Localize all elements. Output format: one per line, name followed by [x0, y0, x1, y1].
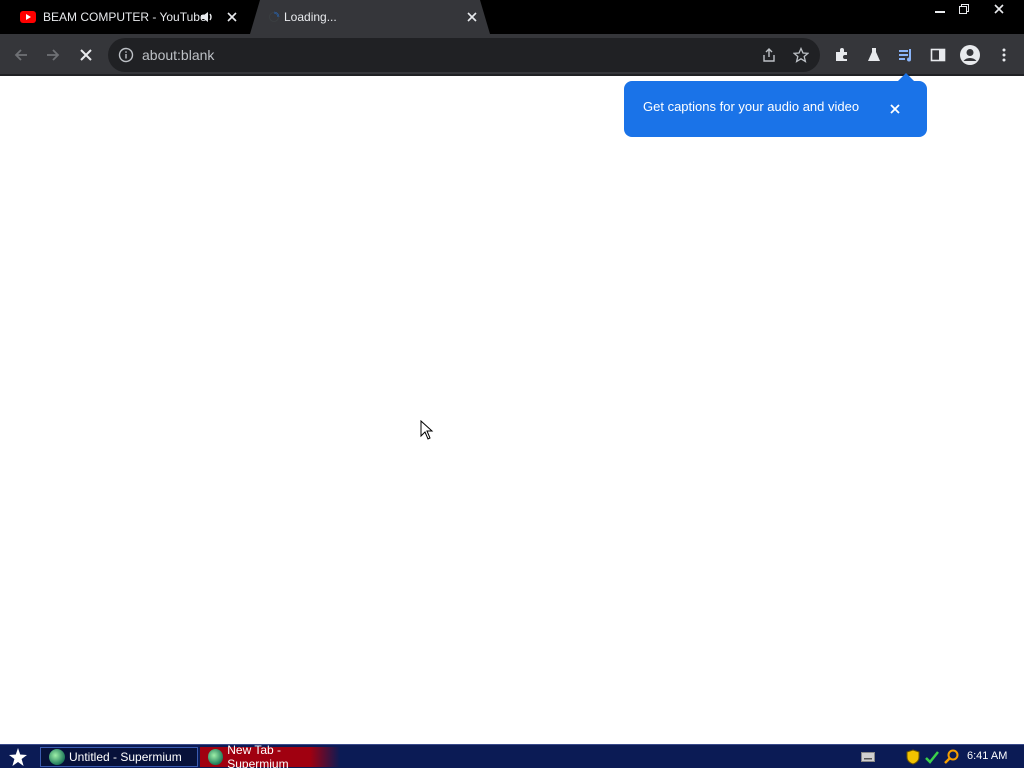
- stop-icon: [80, 49, 92, 61]
- back-arrow-icon: [14, 49, 27, 61]
- supermium-icon: [49, 749, 65, 765]
- supermium-icon: [208, 749, 224, 765]
- search-icon: [944, 749, 959, 764]
- tab-loading[interactable]: Loading...: [250, 0, 490, 34]
- close-tab-icon[interactable]: [464, 9, 480, 25]
- url-text: about:blank: [142, 47, 215, 63]
- keyboard-icon: [861, 752, 875, 762]
- flask-icon: [868, 48, 880, 61]
- star-icon[interactable]: [793, 47, 809, 63]
- toolbar: about:blank: [0, 34, 1024, 76]
- speaker-icon[interactable]: [199, 9, 215, 25]
- labs-button[interactable]: [861, 42, 887, 68]
- page-content: [0, 77, 1024, 744]
- tab-strip: BEAM COMPUTER - YouTube Loading...: [0, 0, 1024, 34]
- puzzle-icon: [836, 48, 847, 61]
- bubble-message: Get captions for your audio and video: [643, 99, 860, 114]
- sidepanel-icon: [930, 48, 946, 62]
- restore-icon: [959, 4, 969, 14]
- network-tray-icon[interactable]: [924, 749, 940, 765]
- search-tray-icon[interactable]: [943, 749, 959, 765]
- keyboard-tray-icon[interactable]: [860, 749, 876, 765]
- menu-icon: [1002, 48, 1006, 62]
- info-icon[interactable]: [118, 47, 134, 63]
- loading-spinner-icon: [266, 11, 282, 23]
- profile-button[interactable]: [957, 42, 983, 68]
- clock: 6:41 AM: [967, 750, 1008, 762]
- captions-promo-bubble: Get captions for your audio and video: [624, 73, 927, 137]
- taskbar-item-new-tab[interactable]: New Tab - Supermium: [200, 743, 340, 768]
- youtube-icon: [20, 11, 36, 23]
- captions-icon: [899, 49, 911, 62]
- taskbar-item-label: Untitled - Supermium: [69, 750, 182, 764]
- close-icon: [890, 104, 900, 114]
- taskbar-item-untitled[interactable]: Untitled - Supermium: [40, 747, 198, 767]
- start-button[interactable]: [4, 746, 32, 768]
- star-logo-icon: [9, 748, 27, 766]
- forward-arrow-icon: [47, 49, 60, 61]
- menu-button[interactable]: [991, 42, 1017, 68]
- tab-title: BEAM COMPUTER - YouTube: [43, 10, 207, 24]
- taskbar: Untitled - Supermium New Tab - Supermium…: [0, 743, 1024, 768]
- minimize-button[interactable]: [928, 0, 952, 18]
- close-icon: [994, 4, 1004, 14]
- bubble-close-button[interactable]: [886, 100, 904, 118]
- address-bar[interactable]: about:blank: [108, 38, 820, 72]
- tab-youtube[interactable]: BEAM COMPUTER - YouTube: [0, 0, 248, 34]
- network-icon: [925, 751, 939, 764]
- restore-button[interactable]: [952, 0, 976, 18]
- profile-icon: [960, 45, 980, 65]
- minimize-icon: [935, 11, 945, 13]
- screen: BEAM COMPUTER - YouTube Loading... about…: [0, 0, 1024, 768]
- tab-title: Loading...: [284, 10, 337, 24]
- side-panel-button[interactable]: [925, 42, 951, 68]
- captions-button[interactable]: [893, 42, 919, 68]
- close-window-button[interactable]: [984, 0, 1014, 18]
- close-tab-icon[interactable]: [224, 9, 240, 25]
- taskbar-item-label: New Tab - Supermium: [227, 743, 289, 768]
- shield-icon: [906, 749, 920, 765]
- back-button[interactable]: [8, 42, 34, 68]
- forward-button[interactable]: [40, 42, 66, 68]
- stop-button[interactable]: [73, 42, 99, 68]
- bubble-arrow: [898, 73, 914, 81]
- security-tray-icon[interactable]: [905, 749, 921, 765]
- mouse-cursor-icon: [420, 420, 434, 440]
- share-icon[interactable]: [761, 47, 777, 63]
- extensions-button[interactable]: [829, 42, 855, 68]
